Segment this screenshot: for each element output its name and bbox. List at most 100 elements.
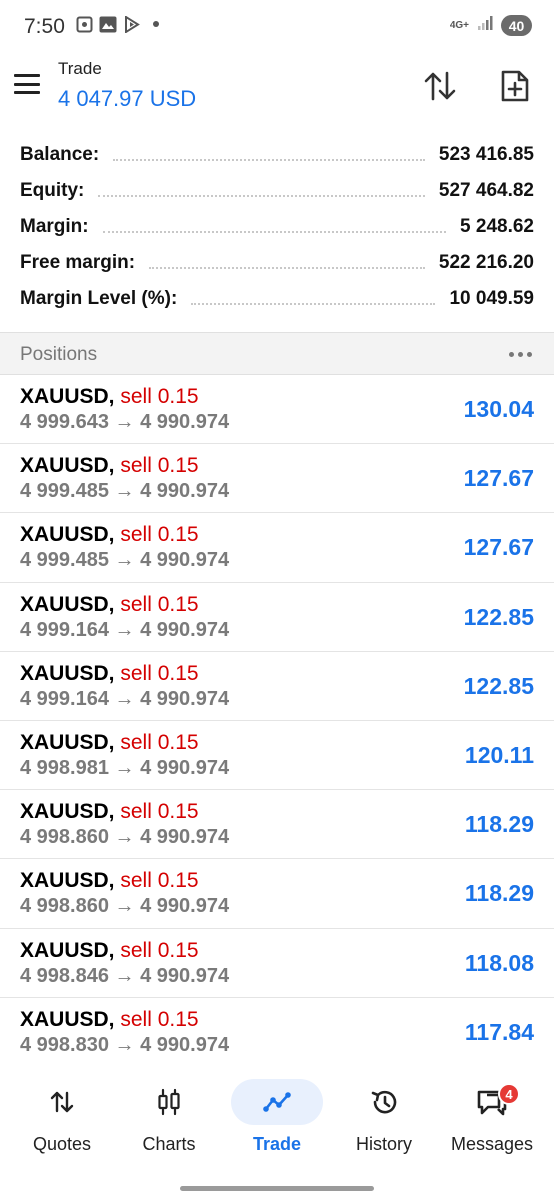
position-symbol: XAUUSD, xyxy=(20,1007,115,1031)
position-prices: 4 998.860 → 4 990.974 xyxy=(20,895,230,918)
charts-icon xyxy=(158,1088,180,1116)
more-icon-dot xyxy=(509,352,514,357)
more-options-button[interactable] xyxy=(509,352,532,357)
positions-title: Positions xyxy=(20,344,98,365)
nav-messages[interactable]: 4 Messages xyxy=(446,1079,546,1169)
sort-icon xyxy=(424,71,456,101)
dotted-leader xyxy=(98,185,425,197)
positions-list: XAUUSD, sell 0.15 4 999.643 → 4 990.974 … xyxy=(0,375,554,1067)
sort-button[interactable] xyxy=(419,66,461,106)
nav-quotes[interactable]: Quotes xyxy=(16,1079,116,1169)
position-profit: 118.08 xyxy=(464,949,534,976)
position-side: sell 0.15 xyxy=(120,869,199,893)
nav-label: Messages xyxy=(450,1134,534,1154)
position-side: sell 0.15 xyxy=(120,592,199,616)
app-icon xyxy=(123,15,141,33)
position-side: sell 0.15 xyxy=(120,1007,199,1031)
position-symbol: XAUUSD, xyxy=(20,385,115,408)
position-profit: 127.67 xyxy=(463,534,534,561)
page-title: Trade xyxy=(58,59,102,78)
position-row[interactable]: XAUUSD, sell 0.15 4 998.981 → 4 990.974 … xyxy=(0,721,554,791)
nav-history[interactable]: History xyxy=(338,1079,438,1169)
new-document-icon xyxy=(501,70,529,102)
menu-icon-bar xyxy=(14,91,40,94)
network-type: 4G+ xyxy=(449,19,469,31)
position-symbol: XAUUSD, xyxy=(20,592,115,616)
position-row[interactable]: XAUUSD, sell 0.15 4 999.164 → 4 990.974 … xyxy=(0,652,554,721)
position-title: XAUUSD, sell 0.15 xyxy=(20,1008,199,1032)
summary-label: Free margin: xyxy=(20,252,136,273)
dotted-leader xyxy=(113,149,425,161)
position-row[interactable]: XAUUSD, sell 0.15 4 999.485 → 4 990.974 … xyxy=(0,444,554,514)
nav-icon-container xyxy=(231,1079,323,1125)
nav-label: History xyxy=(355,1134,412,1154)
position-profit: 122.85 xyxy=(463,672,534,699)
new-order-button[interactable] xyxy=(494,65,536,107)
position-profit: 118.29 xyxy=(464,880,534,907)
position-title: XAUUSD, sell 0.15 xyxy=(20,800,199,824)
position-profit: 130.04 xyxy=(463,396,534,422)
history-icon xyxy=(371,1090,397,1114)
dotted-leader xyxy=(149,257,425,269)
position-symbol: XAUUSD, xyxy=(20,661,115,685)
position-prices: 4 999.485 → 4 990.974 xyxy=(20,549,230,572)
position-prices: 4 999.485 → 4 990.974 xyxy=(20,480,230,503)
position-symbol: XAUUSD, xyxy=(20,454,115,478)
nav-label: Quotes xyxy=(32,1134,92,1154)
status-time: 7:50 xyxy=(24,15,65,38)
nav-label: Charts xyxy=(142,1134,196,1154)
menu-icon-bar xyxy=(14,74,40,77)
more-icon-dot xyxy=(527,352,532,357)
position-prices: 4 999.643 → 4 990.974 xyxy=(20,411,230,433)
screenshot-icon xyxy=(75,15,93,33)
positions-section-header: Positions xyxy=(0,332,554,375)
nav-trade[interactable]: Trade xyxy=(231,1079,331,1169)
position-profit: 127.67 xyxy=(463,465,534,492)
menu-button[interactable] xyxy=(14,72,44,96)
nav-icon-container xyxy=(338,1079,430,1125)
position-row[interactable]: XAUUSD, sell 0.15 4 999.643 → 4 990.974 … xyxy=(0,375,554,445)
nav-label: Trade xyxy=(252,1134,302,1154)
position-profit: 122.85 xyxy=(463,603,534,630)
summary-row-margin: Margin: 5 248.62 xyxy=(0,209,554,245)
app-header: Trade 4 047.97 USD xyxy=(0,52,554,124)
summary-label: Balance: xyxy=(20,144,100,165)
position-row[interactable]: XAUUSD, sell 0.15 4 999.485 → 4 990.974 … xyxy=(0,513,554,583)
position-title: XAUUSD, sell 0.15 xyxy=(20,939,199,963)
position-row[interactable]: XAUUSD, sell 0.15 4 998.846 → 4 990.974 … xyxy=(0,929,554,998)
system-status: 4G+ 40 xyxy=(450,15,532,36)
position-profit: 120.11 xyxy=(464,741,534,768)
position-row[interactable]: XAUUSD, sell 0.15 4 998.860 → 4 990.974 … xyxy=(0,790,554,860)
position-title: XAUUSD, sell 0.15 xyxy=(20,869,199,893)
dotted-leader xyxy=(102,221,447,233)
summary-value: 10 049.59 xyxy=(449,288,534,309)
position-symbol: XAUUSD, xyxy=(20,869,115,893)
position-symbol: XAUUSD, xyxy=(20,523,115,547)
bottom-navigation: Quotes Charts Trade History 4 Messages xyxy=(0,1067,554,1177)
position-side: sell 0.15 xyxy=(120,523,199,547)
trade-icon xyxy=(263,1092,291,1112)
home-indicator[interactable] xyxy=(180,1186,374,1191)
position-prices: 4 998.981 → 4 990.974 xyxy=(20,756,230,779)
dotted-leader xyxy=(191,293,436,305)
summary-row-margin-level: Margin Level (%): 10 049.59 xyxy=(0,281,554,317)
position-side: sell 0.15 xyxy=(120,661,199,685)
position-row[interactable]: XAUUSD, sell 0.15 4 999.164 → 4 990.974 … xyxy=(0,583,554,652)
position-profit: 117.84 xyxy=(464,1018,534,1045)
gallery-icon xyxy=(99,15,117,33)
position-symbol: XAUUSD, xyxy=(20,800,115,824)
account-summary: Balance: 523 416.85 Equity: 527 464.82 M… xyxy=(0,137,554,317)
position-side: sell 0.15 xyxy=(120,938,199,962)
summary-label: Margin Level (%): xyxy=(20,288,178,309)
nav-icon-container xyxy=(16,1079,108,1125)
position-title: XAUUSD, sell 0.15 xyxy=(20,662,199,686)
position-symbol: XAUUSD, xyxy=(20,938,115,962)
summary-row-free-margin: Free margin: 522 216.20 xyxy=(0,245,554,281)
position-side: sell 0.15 xyxy=(120,730,199,754)
messages-badge: 4 xyxy=(498,1083,520,1105)
position-row[interactable]: XAUUSD, sell 0.15 4 998.860 → 4 990.974 … xyxy=(0,859,554,929)
position-side: sell 0.15 xyxy=(120,800,199,824)
position-row[interactable]: XAUUSD, sell 0.15 4 998.830 → 4 990.974 … xyxy=(0,998,554,1067)
nav-charts[interactable]: Charts xyxy=(123,1079,223,1169)
position-prices: 4 998.846 → 4 990.974 xyxy=(20,964,230,987)
